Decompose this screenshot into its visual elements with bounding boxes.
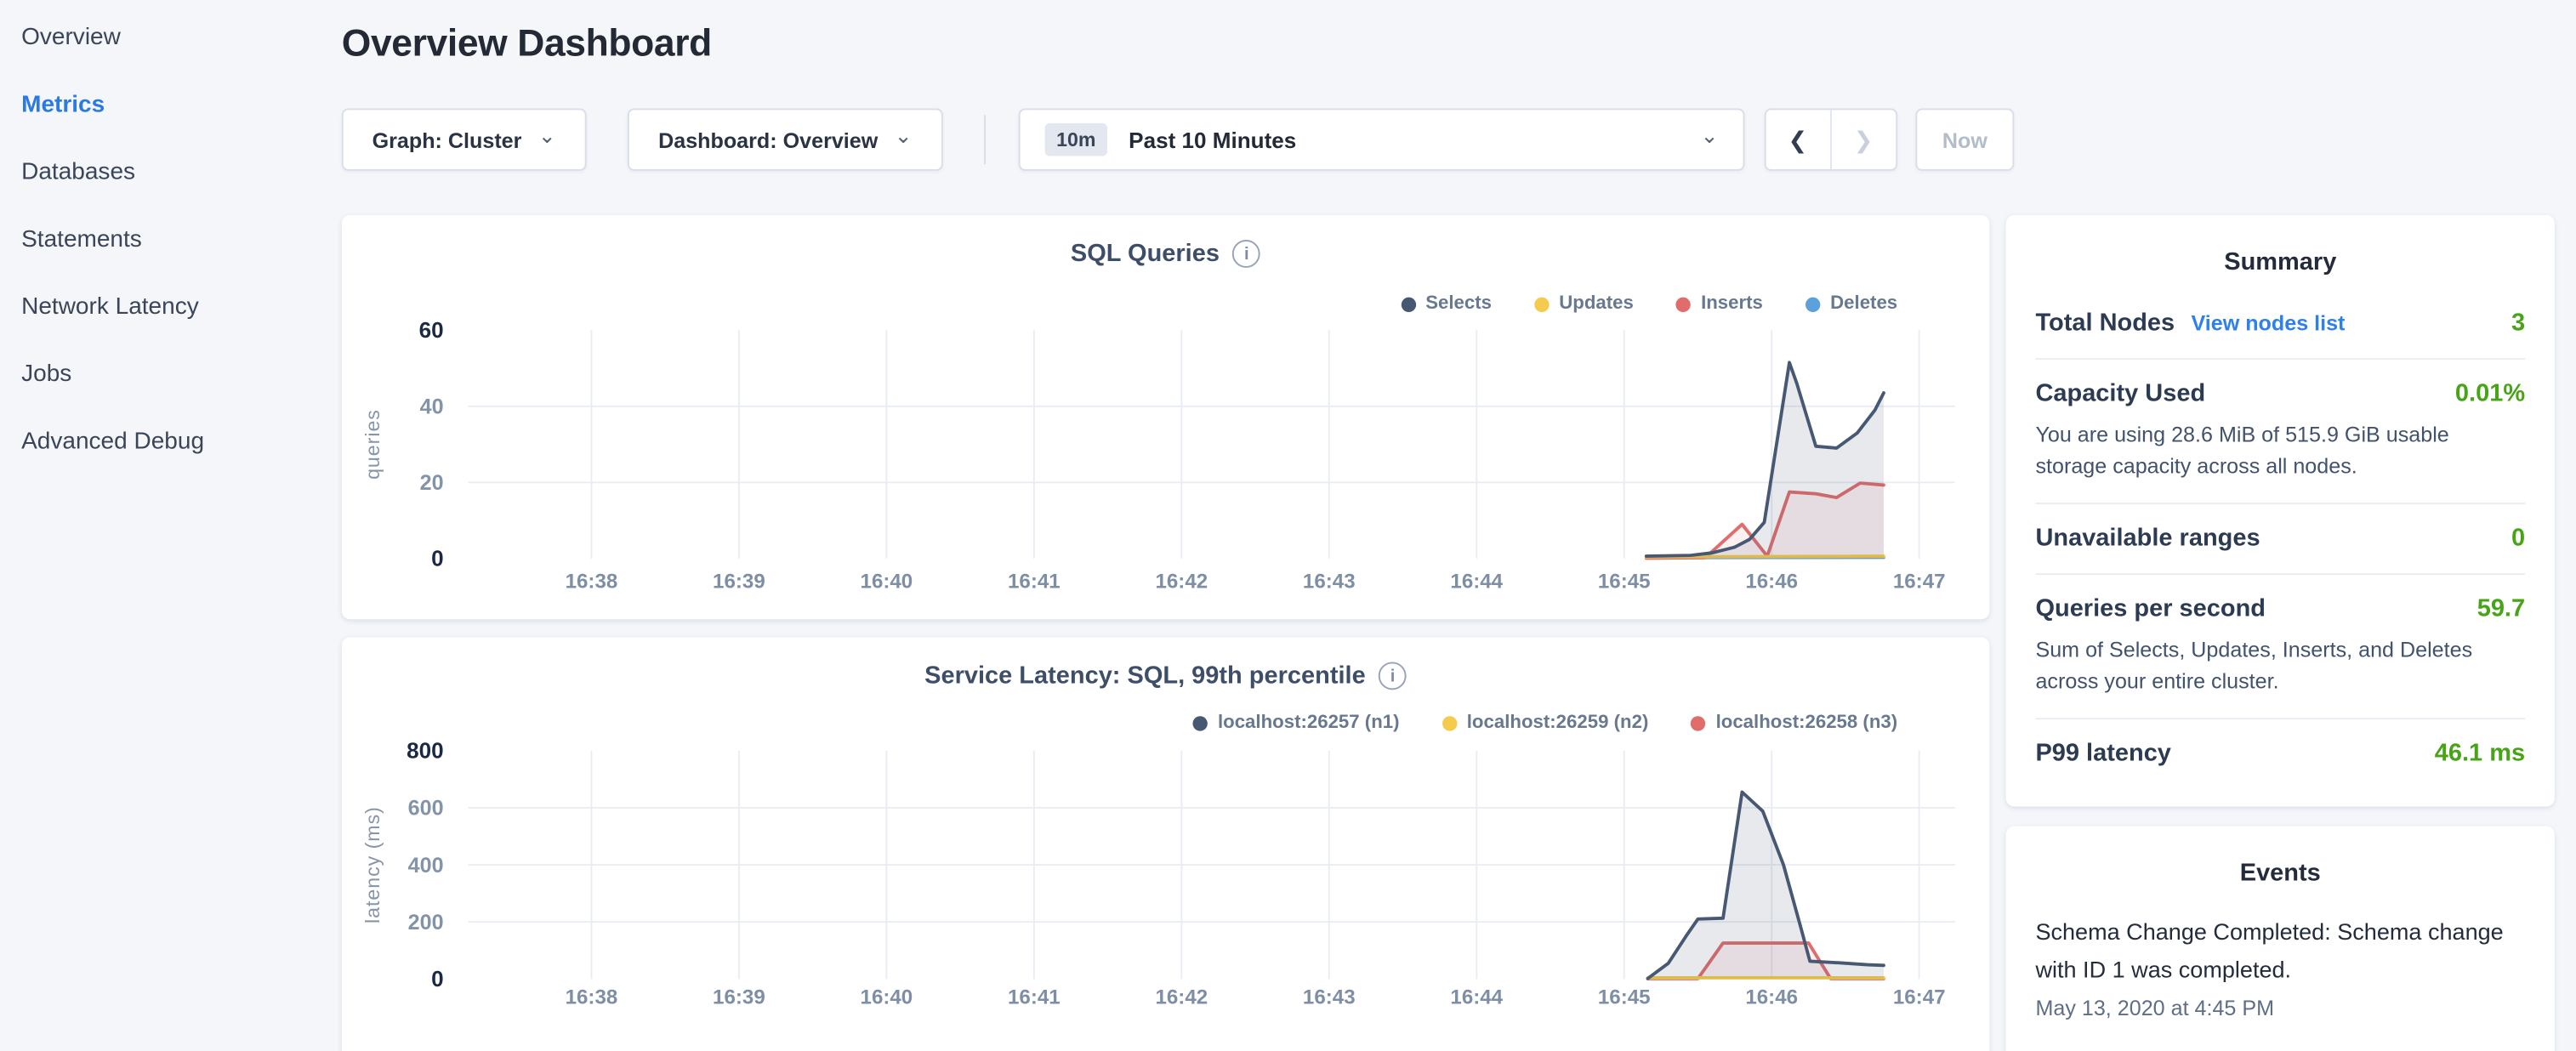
sql-queries-chart-card: SQL Queries i SelectsUpdatesInsertsDelet… bbox=[342, 215, 1990, 619]
events-panel: Events Schema Change Completed: Schema c… bbox=[2006, 827, 2555, 1051]
svg-text:16:45: 16:45 bbox=[1598, 571, 1651, 594]
time-range-label: Past 10 Minutes bbox=[1129, 128, 1700, 152]
time-step-forward-button[interactable]: ❯ bbox=[1831, 110, 1896, 169]
summary-row-total-nodes: Total Nodes View nodes list 3 bbox=[2035, 289, 2525, 360]
svg-text:latency (ms): latency (ms) bbox=[361, 806, 384, 923]
time-range-badge: 10m bbox=[1045, 123, 1107, 156]
summary-row-queries-per-second: Queries per second 59.7 Sum of Selects, … bbox=[2035, 575, 2525, 719]
svg-text:0: 0 bbox=[431, 545, 444, 571]
chevron-left-icon: ❮ bbox=[1788, 126, 1807, 154]
time-step-back-button[interactable]: ❮ bbox=[1766, 110, 1831, 169]
summary-panel: Summary Total Nodes View nodes list 3 Ca… bbox=[2006, 215, 2555, 806]
svg-text:400: 400 bbox=[408, 854, 444, 878]
event-list-item[interactable]: Schema Change Completed: Schema change w… bbox=[2035, 900, 2525, 1020]
summary-row-unavailable-ranges: Unavailable ranges 0 bbox=[2035, 504, 2525, 575]
summary-row-value: 0 bbox=[2511, 524, 2525, 552]
svg-text:16:41: 16:41 bbox=[1008, 986, 1061, 1008]
svg-text:600: 600 bbox=[408, 797, 444, 821]
svg-text:800: 800 bbox=[407, 738, 443, 764]
svg-text:60: 60 bbox=[419, 317, 444, 343]
sidebar-item-advanced-debug[interactable]: Advanced Debug bbox=[21, 423, 328, 459]
svg-text:40: 40 bbox=[420, 395, 444, 418]
svg-text:16:42: 16:42 bbox=[1155, 571, 1208, 594]
service-latency-chart[interactable]: 0 200 400 600 800 16:38 16:39 16:40 16:41 16:42 16… bbox=[342, 638, 1990, 1051]
svg-text:16:42: 16:42 bbox=[1155, 986, 1208, 1008]
summary-row-capacity-used: Capacity Used 0.01% You are using 28.6 M… bbox=[2035, 360, 2525, 504]
service-latency-chart-card: Service Latency: SQL, 99th percentile i … bbox=[342, 638, 1990, 1051]
svg-text:16:46: 16:46 bbox=[1745, 571, 1798, 594]
summary-row-label: Capacity Used bbox=[2035, 379, 2205, 407]
svg-text:16:38: 16:38 bbox=[566, 986, 618, 1008]
summary-row-description: You are using 28.6 MiB of 515.9 GiB usab… bbox=[2035, 419, 2525, 481]
dashboard-select-dropdown[interactable]: Dashboard: Overview ⌄ bbox=[628, 108, 943, 170]
svg-text:16:45: 16:45 bbox=[1598, 986, 1651, 1008]
dashboard-select-label: Dashboard: Overview bbox=[658, 128, 878, 152]
summary-row-value: 59.7 bbox=[2477, 594, 2525, 622]
graph-select-dropdown[interactable]: Graph: Cluster ⌄ bbox=[342, 108, 587, 170]
summary-row-label: Total Nodes bbox=[2035, 309, 2175, 337]
svg-text:queries: queries bbox=[361, 409, 384, 480]
svg-text:20: 20 bbox=[420, 471, 444, 495]
event-message: Schema Change Completed: Schema change w… bbox=[2035, 900, 2525, 989]
svg-text:16:39: 16:39 bbox=[713, 986, 765, 1008]
summary-row-description: Sum of Selects, Updates, Inserts, and De… bbox=[2035, 634, 2525, 696]
svg-text:16:38: 16:38 bbox=[566, 571, 618, 594]
view-nodes-list-link[interactable]: View nodes list bbox=[2191, 310, 2345, 335]
now-button-label: Now bbox=[1942, 128, 1987, 152]
summary-row-p99-latency: P99 latency 46.1 ms bbox=[2035, 719, 2525, 788]
svg-text:16:40: 16:40 bbox=[861, 571, 913, 594]
toolbar: Graph: Cluster ⌄ Dashboard: Overview ⌄ 1… bbox=[342, 108, 2015, 170]
sql-queries-chart[interactable]: 0 20 40 60 16:38 16:39 16:40 16:41 16:42 16:43 16:… bbox=[342, 215, 1990, 619]
svg-text:16:43: 16:43 bbox=[1303, 986, 1356, 1008]
summary-row-value: 46.1 ms bbox=[2435, 739, 2525, 767]
svg-text:16:41: 16:41 bbox=[1008, 571, 1061, 594]
graph-select-label: Graph: Cluster bbox=[372, 128, 522, 152]
sidebar-item-overview[interactable]: Overview bbox=[21, 20, 328, 55]
svg-text:16:47: 16:47 bbox=[1893, 986, 1946, 1008]
event-timestamp: May 13, 2020 at 4:45 PM bbox=[2035, 996, 2525, 1020]
sidebar-item-metrics[interactable]: Metrics bbox=[21, 87, 328, 122]
sidebar: Overview Metrics Databases Statements Ne… bbox=[0, 0, 328, 491]
svg-text:16:43: 16:43 bbox=[1303, 571, 1356, 594]
svg-text:16:44: 16:44 bbox=[1450, 571, 1503, 594]
time-range-dropdown[interactable]: 10m Past 10 Minutes ⌄ bbox=[1019, 108, 1745, 170]
svg-text:16:46: 16:46 bbox=[1745, 986, 1798, 1008]
summary-row-value: 0.01% bbox=[2455, 379, 2525, 407]
page-title: Overview Dashboard bbox=[342, 21, 712, 65]
events-title: Events bbox=[2035, 827, 2525, 900]
svg-text:16:39: 16:39 bbox=[713, 571, 765, 594]
summary-row-value: 3 bbox=[2511, 309, 2525, 337]
sidebar-item-jobs[interactable]: Jobs bbox=[21, 356, 328, 392]
svg-text:16:47: 16:47 bbox=[1893, 571, 1946, 594]
svg-text:16:40: 16:40 bbox=[861, 986, 913, 1008]
sidebar-item-databases[interactable]: Databases bbox=[21, 155, 328, 190]
svg-text:16:44: 16:44 bbox=[1450, 986, 1503, 1008]
svg-text:0: 0 bbox=[431, 966, 444, 991]
summary-row-label: P99 latency bbox=[2035, 739, 2170, 767]
admin-ui-root: Overview Metrics Databases Statements Ne… bbox=[0, 0, 2576, 1051]
sidebar-item-statements[interactable]: Statements bbox=[21, 222, 328, 258]
summary-row-label: Queries per second bbox=[2035, 594, 2266, 622]
chevron-right-icon: ❯ bbox=[1854, 126, 1874, 154]
chevron-down-icon: ⌄ bbox=[538, 128, 556, 145]
toolbar-divider bbox=[984, 115, 986, 164]
svg-text:200: 200 bbox=[408, 911, 444, 935]
summary-title: Summary bbox=[2035, 215, 2525, 289]
now-button[interactable]: Now bbox=[1915, 108, 2014, 170]
chevron-down-icon: ⌄ bbox=[1701, 128, 1719, 145]
chevron-down-icon: ⌄ bbox=[895, 128, 913, 145]
sidebar-item-network-latency[interactable]: Network Latency bbox=[21, 289, 328, 325]
summary-row-label: Unavailable ranges bbox=[2035, 524, 2260, 552]
time-step-buttons: ❮ ❯ bbox=[1765, 108, 1897, 170]
